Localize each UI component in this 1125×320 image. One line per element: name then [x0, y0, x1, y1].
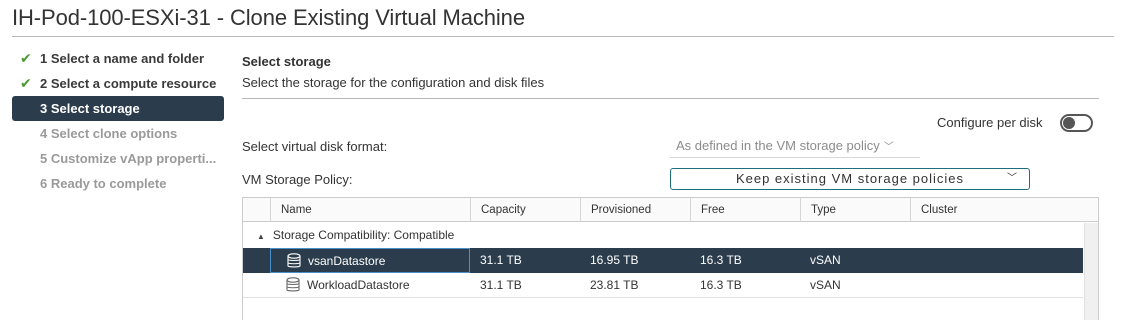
caret-down-icon[interactable]: ▲ [257, 232, 265, 241]
step-label: 6 Ready to complete [40, 176, 167, 191]
provisioned-cell: 23.81 TB [590, 278, 639, 292]
storage-policy-label: VM Storage Policy: [242, 172, 353, 187]
check-icon: ✔ [20, 75, 32, 91]
disk-format-value: As defined in the VM storage policy [676, 138, 880, 153]
configure-per-disk-toggle[interactable] [1060, 114, 1093, 132]
table-row[interactable]: WorkloadDatastore 31.1 TB 23.81 TB 16.3 … [243, 273, 1083, 298]
grid-gutter-header [243, 198, 270, 222]
step-select-compute-resource[interactable]: ✔ 2 Select a compute resource [12, 71, 224, 96]
table-row[interactable]: vsanDatastore 31.1 TB 16.95 TB 16.3 TB v… [243, 248, 1083, 273]
type-cell: vSAN [810, 253, 841, 267]
storage-policy-value: Keep existing VM storage policies [735, 171, 965, 186]
column-header-type[interactable]: Type [800, 198, 910, 222]
toggle-knob [1063, 117, 1075, 129]
capacity-cell: 31.1 TB [480, 278, 522, 292]
cluster-cell [910, 273, 920, 298]
type-cell: vSAN [810, 278, 841, 292]
configure-per-disk-label: Configure per disk [937, 115, 1043, 130]
step-select-name-folder[interactable]: ✔ 1 Select a name and folder [12, 46, 224, 71]
title-divider [12, 36, 1114, 37]
column-header-name[interactable]: Name [270, 198, 470, 222]
datastore-name-cell[interactable]: vsanDatastore [270, 248, 470, 273]
column-header-provisioned[interactable]: Provisioned [580, 198, 690, 222]
step-label: 4 Select clone options [40, 126, 178, 141]
step-select-clone-options: 4 Select clone options [12, 121, 224, 146]
datastore-icon [286, 277, 300, 292]
storage-policy-select[interactable]: Keep existing VM storage policies ﹀ [670, 168, 1030, 190]
chevron-down-icon: ﹀ [1007, 173, 1017, 184]
check-icon: ✔ [20, 50, 32, 66]
provisioned-cell: 16.95 TB [590, 253, 639, 267]
step-label: 5 Customize vApp properti... [40, 151, 217, 166]
step-ready-to-complete: 6 Ready to complete [12, 171, 224, 196]
step-label: 1 Select a name and folder [40, 51, 205, 66]
grid-scrollbar[interactable] [1084, 223, 1098, 320]
group-row-compatible[interactable]: ▲ Storage Compatibility: Compatible [243, 223, 1083, 248]
datastore-name: vsanDatastore [308, 254, 386, 268]
column-header-cluster[interactable]: Cluster [910, 198, 1098, 222]
chevron-down-icon: ﹀ [883, 142, 894, 153]
step-label: 3 Select storage [40, 101, 140, 116]
column-header-free[interactable]: Free [690, 198, 800, 222]
step-customize-vapp-properties: 5 Customize vApp properti... [12, 146, 224, 171]
section-title: Select storage [242, 54, 331, 69]
step-label: 2 Select a compute resource [40, 76, 217, 91]
section-divider [242, 98, 1099, 99]
section-description: Select the storage for the configuration… [242, 75, 545, 90]
datastore-name-cell[interactable]: WorkloadDatastore [270, 273, 470, 298]
disk-format-select[interactable]: As defined in the VM storage policy ﹀ [670, 136, 920, 158]
grid-header: Name Capacity Provisioned Free Type Clus… [243, 198, 1098, 222]
datastore-icon [287, 253, 301, 268]
window-title: IH-Pod-100-ESXi-31 - Clone Existing Virt… [12, 5, 525, 30]
capacity-cell: 31.1 TB [480, 253, 522, 267]
group-label: Storage Compatibility: Compatible [272, 228, 455, 242]
wizard-steps: ✔ 1 Select a name and folder ✔ 2 Select … [12, 46, 224, 196]
free-cell: 16.3 TB [700, 278, 742, 292]
disk-format-label: Select virtual disk format: [242, 139, 388, 154]
column-header-capacity[interactable]: Capacity [470, 198, 580, 222]
step-select-storage[interactable]: 3 Select storage [12, 96, 224, 121]
cluster-cell [910, 248, 920, 273]
datastore-grid: Name Capacity Provisioned Free Type Clus… [242, 197, 1099, 320]
datastore-name: WorkloadDatastore [307, 278, 410, 292]
free-cell: 16.3 TB [700, 253, 742, 267]
